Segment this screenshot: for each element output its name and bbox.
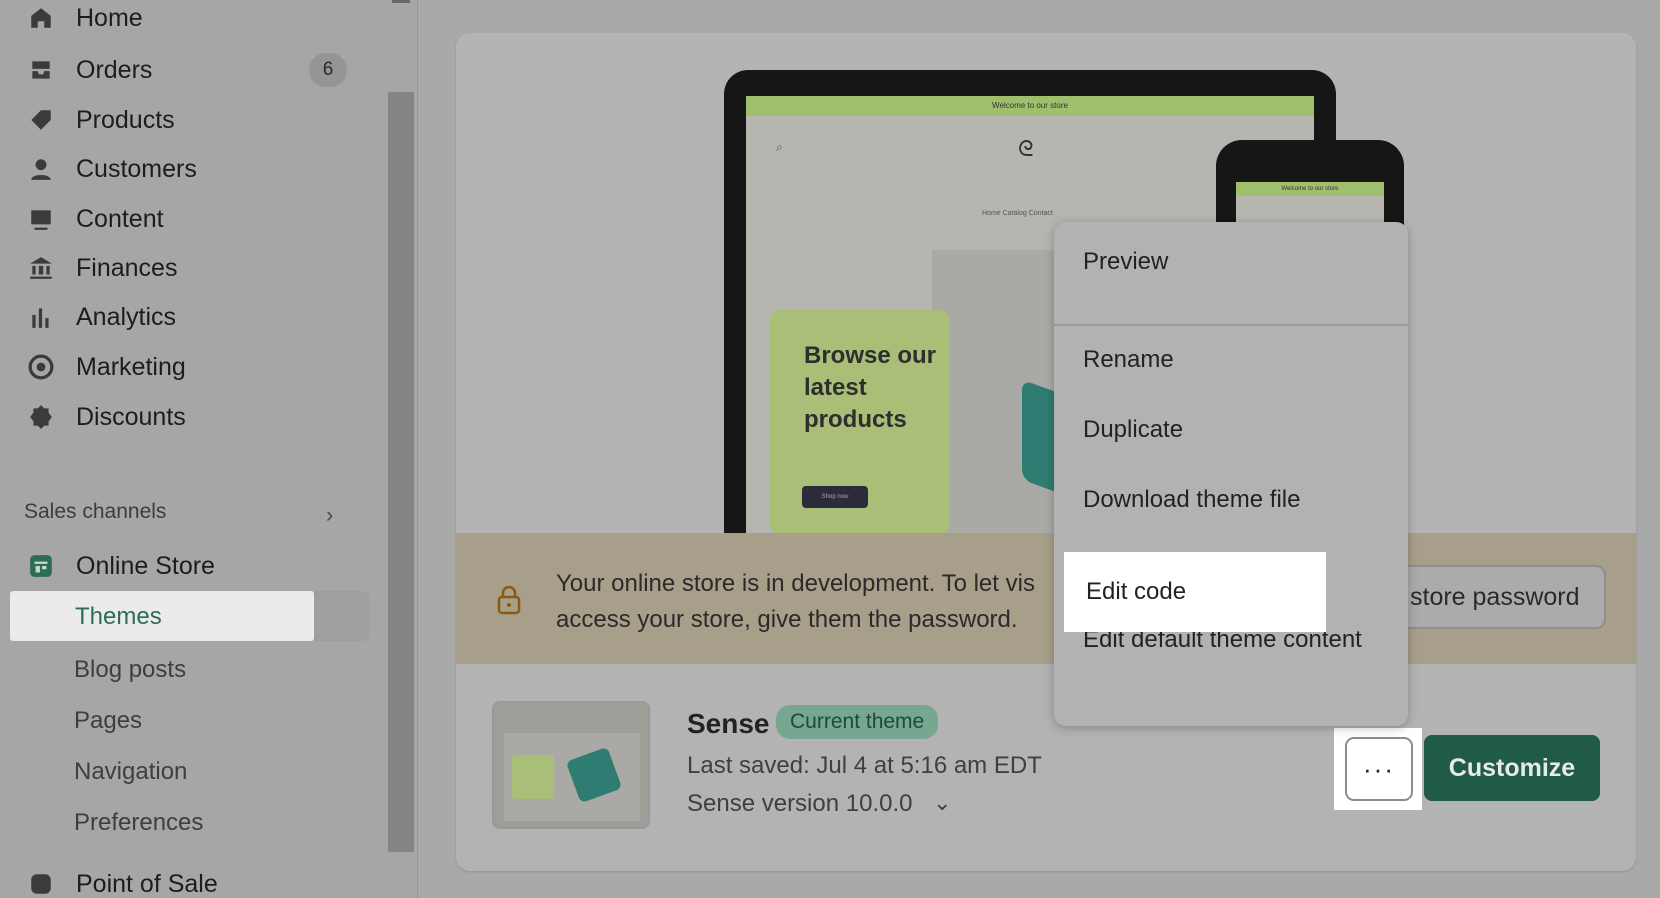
sidebar-item-marketing[interactable]: Marketing [26,345,186,389]
preview-nav: Home Catalog Contact [982,210,1053,217]
theme-version[interactable]: Sense version 10.0.0 [687,790,912,818]
sidebar-item-label: Marketing [76,352,186,381]
sidebar-item-label: Orders [76,55,153,84]
theme-actions-menu: Preview Rename Duplicate Download theme … [1054,222,1408,726]
sidebar-item-label: Home [76,3,143,32]
home-icon [26,3,56,33]
preview-announcement-bar: Welcome to our store [746,96,1314,116]
sidebar-item-preferences[interactable]: Preferences [74,809,203,837]
phone-announcement-bar: Welcome to our store [1236,182,1384,196]
menu-item-rename[interactable]: Rename [1083,346,1174,374]
sidebar-item-orders[interactable]: Orders [26,48,152,92]
pos-icon [26,869,56,898]
store-password-label: store password [1410,583,1580,611]
tag-icon [26,105,56,135]
discount-icon [26,402,56,432]
thumbnail-promo [512,755,554,799]
sidebar-item-online-store[interactable]: Online Store [26,544,215,588]
sidebar-scrollbar[interactable] [388,92,414,852]
sidebar-item-home[interactable]: Home [26,0,143,40]
sidebar-item-navigation[interactable]: Navigation [74,758,187,786]
sidebar: Home Orders 6 Products Customers Content… [0,0,418,898]
bank-icon [26,253,56,283]
theme-thumbnail [492,701,650,829]
sidebar-item-blog-posts[interactable]: Blog posts [74,656,186,684]
theme-name: Sense [687,708,770,739]
sidebar-item-discounts[interactable]: Discounts [26,395,186,439]
development-message: Your online store is in development. To … [556,566,1046,638]
store-icon [26,551,56,581]
menu-item-download-theme[interactable]: Download theme file [1083,486,1300,514]
sidebar-item-label: Online Store [76,551,215,580]
bar-chart-icon [26,302,56,332]
chevron-down-icon[interactable]: ⌄ [933,790,951,816]
chevron-right-icon[interactable]: › [326,502,333,528]
current-theme-badge: Current theme [776,705,939,739]
store-logo-icon: ᘓ [1018,136,1034,161]
inbox-icon [26,55,56,85]
sidebar-item-label: Discounts [76,402,186,431]
menu-item-preview[interactable]: Preview [1083,248,1168,276]
sidebar-item-label: Point of Sale [76,869,218,898]
sidebar-item-analytics[interactable]: Analytics [26,295,176,339]
development-message-line: access your store, give them the passwor… [556,606,1018,633]
sidebar-item-label: Products [76,105,175,134]
sidebar-item-label: Customers [76,154,197,183]
last-saved-text: Last saved: Jul 4 at 5:16 am EDT [687,752,1042,779]
sidebar-item-customers[interactable]: Customers [26,147,197,191]
sidebar-item-label: Themes [75,603,162,630]
menu-item-duplicate[interactable]: Duplicate [1083,416,1183,444]
person-icon [26,154,56,184]
sidebar-item-themes[interactable] [10,591,314,641]
sidebar-item-label: Content [76,204,164,233]
orders-count-badge: 6 [309,53,347,87]
preview-promo-text: Browse our latest products [804,342,937,433]
customize-button[interactable]: Customize [1424,735,1600,801]
theme-preview-hero: Welcome to our store ⌕ ᘓ Home Catalog Co… [456,33,1636,540]
sidebar-item-content[interactable]: Content [26,197,164,241]
menu-item-label: Edit code [1086,578,1187,605]
lock-icon [497,585,521,615]
sidebar-item-label: Analytics [76,302,177,331]
search-icon: ⌕ [776,140,783,154]
more-actions-button[interactable]: ··· [1345,737,1413,801]
development-message-line: Your online store is in development. To … [556,570,1035,597]
image-icon [26,204,56,234]
preview-shop-button: Shop now [802,486,868,508]
sidebar-item-finances[interactable]: Finances [26,246,177,290]
scroll-indicator [392,0,410,3]
sidebar-item-point-of-sale[interactable]: Point of Sale [26,862,218,898]
menu-divider [1054,324,1408,326]
sidebar-item-pages[interactable]: Pages [74,707,142,735]
target-icon [26,352,56,382]
sales-channels-heading: Sales channels [24,500,167,523]
menu-item-edit-code[interactable]: Edit code [1064,552,1326,632]
sidebar-item-label: Finances [76,253,178,282]
sidebar-item-products[interactable]: Products [26,98,175,142]
themes-row-shadow [314,591,369,641]
